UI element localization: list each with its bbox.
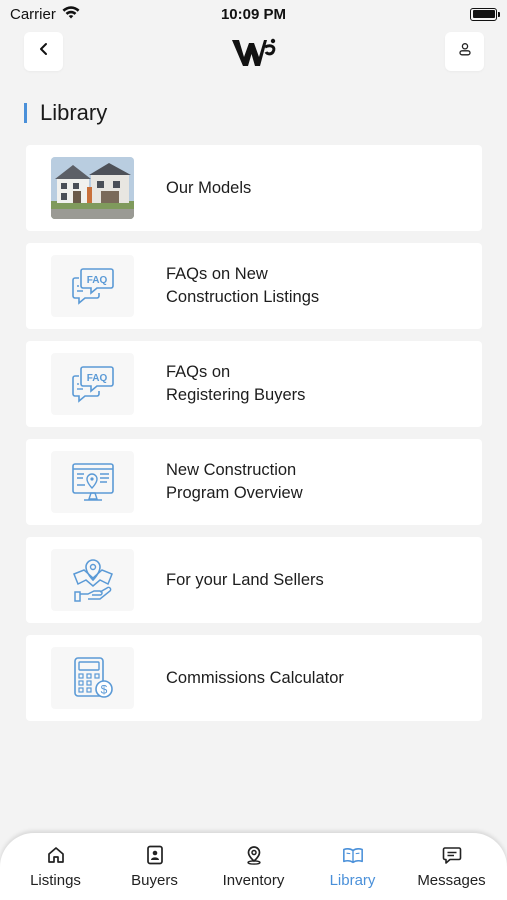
library-item-land-sellers[interactable]: For your Land Sellers <box>26 537 482 623</box>
svg-text:$: $ <box>100 683 107 697</box>
wifi-icon <box>62 5 80 23</box>
header <box>0 32 507 74</box>
library-item-faq-buyers[interactable]: FAQ FAQs on Registering Buyers <box>26 341 482 427</box>
open-book-icon <box>342 844 364 866</box>
svg-text:FAQ: FAQ <box>86 275 107 286</box>
home-icon <box>45 844 67 866</box>
faq-chat-icon: FAQ <box>51 255 134 317</box>
status-left: Carrier <box>10 6 80 23</box>
profile-button[interactable] <box>445 32 484 71</box>
tab-buyers[interactable]: Buyers <box>107 833 203 900</box>
back-button[interactable] <box>24 32 63 71</box>
carrier-label: Carrier <box>10 5 56 23</box>
tab-label: Messages <box>417 872 486 889</box>
tab-label: Listings <box>30 872 81 889</box>
tab-inventory[interactable]: Inventory <box>206 833 302 900</box>
library-item-label: FAQs on New Construction Listings <box>166 265 320 306</box>
calculator-dollar-icon: $ <box>51 647 134 709</box>
user-icon <box>458 42 472 61</box>
title-accent-bar <box>24 103 27 123</box>
library-item-label: Commissions Calculator <box>166 668 344 687</box>
library-item-program-overview[interactable]: New Construction Program Overview <box>26 439 482 525</box>
library-item-label: Our Models <box>166 178 252 197</box>
tab-label: Library <box>329 872 376 889</box>
library-item-commissions-calculator[interactable]: $ Commissions Calculator <box>26 635 482 721</box>
faq-chat-icon: FAQ <box>51 353 134 415</box>
page-title: Library <box>40 100 108 125</box>
tab-label: Inventory <box>222 872 285 889</box>
svg-text:FAQ: FAQ <box>86 373 107 384</box>
house-photo <box>51 157 134 219</box>
library-item-our-models[interactable]: Our Models <box>26 145 482 231</box>
bottom-tab-bar: Listings Buyers Inventory Library Messag… <box>0 833 507 900</box>
tab-library[interactable]: Library <box>305 833 401 900</box>
status-bar: Carrier 10:09 PM <box>0 0 507 28</box>
library-item-label: New Construction Program Overview <box>166 461 303 502</box>
library-item-label: For your Land Sellers <box>166 570 324 589</box>
contact-card-icon <box>144 844 166 866</box>
library-item-label: FAQs on Registering Buyers <box>166 363 306 404</box>
library-item-faq-listings[interactable]: FAQ FAQs on New Construction Listings <box>26 243 482 329</box>
chat-bubble-icon <box>441 844 463 866</box>
land-location-hand-icon <box>51 549 134 611</box>
w-logo <box>231 37 277 69</box>
monitor-map-icon <box>51 451 134 513</box>
location-pin-icon <box>243 844 265 866</box>
battery-icon <box>470 7 500 21</box>
library-list: Our Models FAQ FAQs on New Construction … <box>26 145 482 733</box>
tab-messages[interactable]: Messages <box>404 833 500 900</box>
page-title-section: Library <box>24 100 107 126</box>
tab-listings[interactable]: Listings <box>8 833 104 900</box>
chevron-left-icon <box>38 42 50 61</box>
tab-label: Buyers <box>131 872 178 889</box>
